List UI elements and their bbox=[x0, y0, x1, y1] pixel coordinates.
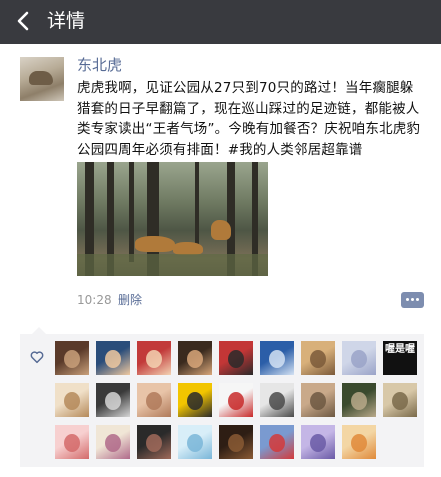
liker-avatar-text: 喔是喔 bbox=[385, 344, 415, 355]
liker-avatar[interactable] bbox=[383, 383, 417, 417]
username-link[interactable]: 东北虎 bbox=[77, 54, 122, 76]
liker-avatar[interactable]: 喔是喔 bbox=[383, 341, 417, 375]
liker-avatar[interactable] bbox=[137, 341, 171, 375]
liker-avatar[interactable] bbox=[96, 425, 130, 459]
post-text: 虎虎我啊，见证公园从27只到70只的路过！当年瘸腿躲猎套的日子早翻篇了，现在巡山… bbox=[77, 80, 421, 158]
liker-avatar[interactable] bbox=[178, 425, 212, 459]
liker-avatar[interactable] bbox=[301, 425, 335, 459]
navigation-bar: 详情 bbox=[0, 0, 441, 44]
liker-avatar[interactable] bbox=[55, 425, 89, 459]
avatar[interactable] bbox=[20, 57, 64, 101]
liker-avatar[interactable] bbox=[96, 341, 130, 375]
liker-avatar[interactable] bbox=[260, 383, 294, 417]
page-title: 详情 bbox=[47, 10, 86, 32]
liker-avatar[interactable] bbox=[96, 383, 130, 417]
liker-avatar[interactable] bbox=[260, 425, 294, 459]
liker-avatar[interactable] bbox=[178, 383, 212, 417]
liker-avatar[interactable] bbox=[55, 341, 89, 375]
photo-ground bbox=[77, 254, 268, 276]
comment-icon[interactable] bbox=[401, 292, 424, 308]
liker-avatar[interactable] bbox=[137, 383, 171, 417]
moment-detail: 东北虎 虎虎我啊，见证公园从27只到70只的路过！当年瘸腿躲猎套的日子早翻篇了，… bbox=[0, 44, 441, 477]
liker-avatar[interactable] bbox=[301, 341, 335, 375]
heart-icon bbox=[30, 351, 44, 364]
photo-tree bbox=[129, 162, 134, 262]
liker-avatar[interactable] bbox=[342, 341, 376, 375]
delete-link[interactable]: 删除 bbox=[118, 291, 142, 309]
post-photo[interactable] bbox=[77, 162, 268, 276]
photo-tree bbox=[195, 162, 199, 252]
liker-avatar[interactable] bbox=[55, 383, 89, 417]
likes-panel: 喔是喔 bbox=[20, 327, 424, 467]
photo-tiger bbox=[135, 236, 175, 252]
liker-avatar[interactable] bbox=[301, 383, 335, 417]
liker-avatar[interactable] bbox=[219, 383, 253, 417]
liker-avatar[interactable] bbox=[178, 341, 212, 375]
post-time: 10:28 bbox=[77, 293, 112, 307]
chevron-left-icon[interactable] bbox=[12, 9, 36, 33]
liker-avatar[interactable] bbox=[342, 425, 376, 459]
liker-avatar[interactable] bbox=[137, 425, 171, 459]
liker-avatar[interactable] bbox=[342, 383, 376, 417]
photo-tiger bbox=[211, 220, 231, 240]
liker-avatar[interactable] bbox=[219, 341, 253, 375]
liker-avatar[interactable] bbox=[219, 425, 253, 459]
liker-avatar[interactable] bbox=[260, 341, 294, 375]
